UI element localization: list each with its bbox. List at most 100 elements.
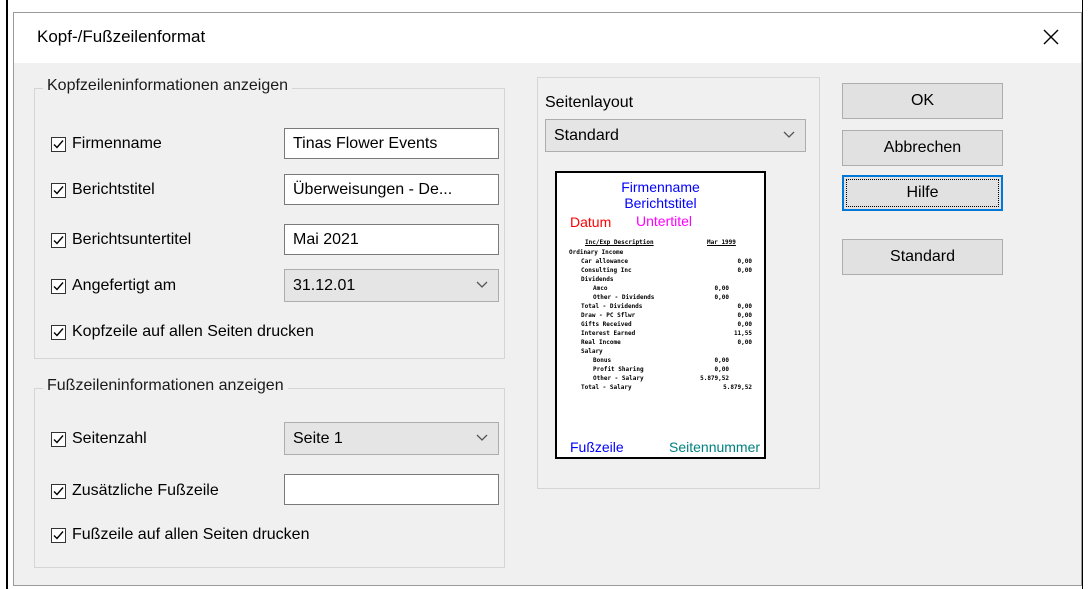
page-number-label: Seitenzahl: [72, 430, 147, 447]
preview-row-value: 0,00: [737, 339, 752, 346]
window-edge-left: [6, 0, 8, 589]
preview-row-label: Amco: [593, 285, 608, 292]
layout-label: Seitenlayout: [545, 94, 634, 111]
check-icon: [53, 235, 64, 245]
ok-button-label: OK: [910, 92, 935, 109]
report-title-checkbox[interactable]: [51, 182, 66, 198]
preview-company-name: Firmenname: [621, 179, 700, 195]
print-footer-all-pages-checkbox[interactable]: [51, 527, 66, 543]
print-header-all-pages-label: Kopfzeile auf allen Seiten drucken: [72, 323, 314, 340]
preview-row-label: Ordinary Income: [569, 249, 624, 256]
check-icon: [53, 486, 64, 496]
preview-row-label: Bonus: [593, 357, 612, 364]
prepared-on-select[interactable]: 31.12.01: [284, 269, 499, 302]
page-number-checkbox[interactable]: [51, 431, 66, 447]
preview-row-label: Salary: [581, 348, 603, 355]
print-footer-all-pages-label: Fußzeile auf allen Seiten drucken: [72, 526, 310, 543]
preview-row-subvalue: 5.879,52: [700, 375, 729, 382]
preview-row-label: Interest Earned: [581, 330, 636, 337]
company-name-checkbox[interactable]: [51, 136, 66, 152]
check-icon: [53, 139, 64, 149]
prepared-on-checkbox[interactable]: [51, 278, 66, 294]
cancel-button[interactable]: Abbrechen: [842, 130, 1003, 166]
preview-row-label: Profit Sharing: [593, 366, 644, 373]
header-group-legend: Kopfzeileninformationen anzeigen: [43, 77, 293, 95]
preview-report-header-left: Inc/Exp Description: [585, 239, 654, 246]
preview-row-value: 0,00: [737, 312, 752, 319]
chevron-down-icon: [476, 434, 488, 441]
company-name-option[interactable]: Firmenname: [51, 135, 162, 153]
chevron-down-icon: [476, 281, 488, 288]
page-number-option[interactable]: Seitenzahl: [51, 430, 147, 448]
preview-row-subvalue: 0,00: [714, 294, 729, 301]
preview-row-label: Draw - PC Sflwr: [581, 312, 636, 319]
preview-row-subvalue: 0,00: [714, 357, 729, 364]
preview-row-value: 0,00: [737, 303, 752, 310]
ok-button[interactable]: OK: [842, 83, 1003, 119]
print-header-all-pages-checkbox[interactable]: [51, 324, 66, 340]
check-icon: [53, 530, 64, 540]
help-button[interactable]: Hilfe: [842, 175, 1003, 211]
close-icon: [1043, 29, 1059, 45]
extra-footer-checkbox[interactable]: [51, 483, 66, 499]
prepared-on-label: Angefertigt am: [72, 277, 177, 294]
preview-row-label: Dividends: [581, 276, 614, 283]
preview-row-label: Total - Salary: [581, 384, 632, 391]
preview-row-label: Car allowance: [581, 258, 628, 265]
print-header-all-pages-option[interactable]: Kopfzeile auf allen Seiten drucken: [51, 323, 314, 341]
report-title-option[interactable]: Berichtstitel: [51, 181, 155, 199]
preview-row-subvalue: 0,00: [714, 366, 729, 373]
extra-footer-input[interactable]: [284, 474, 499, 505]
prepared-on-value: 31.12.01: [293, 276, 356, 294]
report-subtitle-checkbox[interactable]: [51, 232, 66, 248]
print-footer-all-pages-option[interactable]: Fußzeile auf allen Seiten drucken: [51, 526, 309, 544]
dialog-title: Kopf-/Fußzeilenformat: [37, 27, 206, 46]
preview-subtitle: Untertitel: [636, 213, 693, 229]
report-subtitle-label: Berichtsuntertitel: [72, 231, 192, 248]
chevron-down-icon: [783, 131, 795, 138]
check-icon: [53, 434, 64, 444]
preview-row-label: Other - Salary: [593, 375, 644, 382]
header-footer-dialog: Kopf-/Fußzeilenformat Kopfzeileninformat…: [13, 12, 1082, 586]
preview-row-value: 5.879,52: [723, 384, 752, 391]
check-icon: [53, 327, 64, 337]
preview-row-value: 0,00: [737, 267, 752, 274]
check-icon: [53, 185, 64, 195]
preview-row-label: Other - Dividends: [593, 294, 655, 301]
extra-footer-option[interactable]: Zusätzliche Fußzeile: [51, 482, 219, 500]
default-button-label: Standard: [890, 248, 955, 265]
focus-ring: [846, 179, 999, 207]
title-bar: Kopf-/Fußzeilenformat: [14, 13, 1081, 63]
preview-row-label: Total - Dividends: [581, 303, 643, 310]
page-number-value: Seite 1: [293, 429, 343, 447]
cancel-button-label: Abbrechen: [883, 139, 962, 156]
preview-row-label: Gifts Received: [581, 321, 632, 328]
report-title-label: Berichtstitel: [72, 181, 155, 198]
preview-report-title: Berichtstitel: [624, 195, 697, 211]
check-icon: [53, 281, 64, 291]
preview-report-header-right: Mar 1999: [707, 239, 736, 246]
close-button[interactable]: [1021, 13, 1081, 61]
preview-date: Datum: [570, 214, 612, 230]
company-name-input[interactable]: Tinas Flower Events: [284, 128, 499, 159]
layout-select[interactable]: Standard: [545, 119, 806, 152]
footer-group-legend: Fußzeileninformationen anzeigen: [43, 377, 288, 395]
preview-row-label: Consulting Inc: [581, 267, 632, 274]
preview-row-value: 11,55: [733, 330, 752, 337]
preview-row-subvalue: 0,00: [714, 285, 729, 292]
preview-row-label: Real Income: [581, 339, 621, 346]
report-title-input[interactable]: Überweisungen - De...: [284, 174, 499, 205]
window-edge-right: [1082, 0, 1083, 589]
preview-footer: Fußzeile: [570, 439, 624, 455]
prepared-on-option[interactable]: Angefertigt am: [51, 277, 176, 295]
default-button[interactable]: Standard: [842, 239, 1003, 275]
layout-preview: Firmenname Berichtstitel Datum Untertite…: [555, 171, 766, 459]
layout-value: Standard: [554, 126, 619, 144]
page-number-select[interactable]: Seite 1: [284, 422, 499, 455]
preview-page-number: Seitennummer: [669, 439, 761, 455]
company-name-label: Firmenname: [72, 135, 162, 152]
report-subtitle-input[interactable]: Mai 2021: [284, 224, 499, 255]
report-subtitle-option[interactable]: Berichtsuntertitel: [51, 231, 191, 249]
preview-row-value: 0,00: [737, 258, 752, 265]
extra-footer-label: Zusätzliche Fußzeile: [72, 482, 219, 499]
